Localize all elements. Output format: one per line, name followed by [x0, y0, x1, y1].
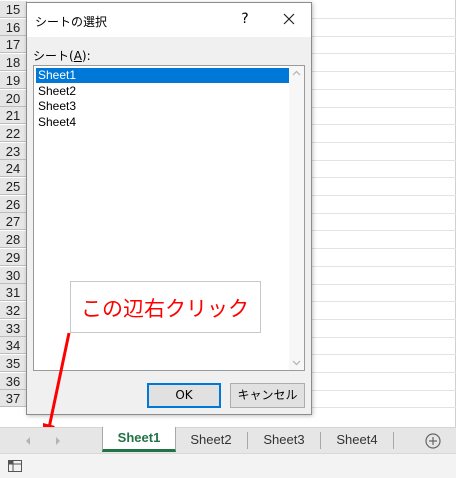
- annotation-callout: この辺右クリック: [70, 281, 261, 333]
- row-header[interactable]: 17: [0, 36, 27, 54]
- row-header[interactable]: 33: [0, 319, 27, 337]
- row-header[interactable]: 21: [0, 107, 27, 125]
- close-icon[interactable]: [277, 7, 301, 31]
- row-header[interactable]: 15: [0, 1, 27, 18]
- sheet-status-icon[interactable]: [8, 460, 22, 472]
- row-header[interactable]: 24: [0, 160, 27, 178]
- row-header[interactable]: 22: [0, 124, 27, 142]
- plus-circle-icon[interactable]: [424, 432, 442, 450]
- dialog-title: シートの選択: [35, 15, 108, 29]
- help-button[interactable]: ?: [233, 7, 257, 31]
- row-header[interactable]: 18: [0, 54, 27, 72]
- chevron-left-icon[interactable]: [22, 434, 34, 448]
- accelerator-key: A: [73, 49, 82, 63]
- row-header[interactable]: 20: [0, 89, 27, 107]
- sheet-list-label: シート(A):: [33, 49, 91, 63]
- row-header[interactable]: 36: [0, 372, 27, 390]
- row-header[interactable]: 30: [0, 266, 27, 284]
- sheet-tab-sheet1[interactable]: Sheet1: [102, 427, 176, 452]
- row-header[interactable]: 27: [0, 213, 27, 231]
- sheet-list-item[interactable]: Sheet3: [36, 99, 290, 114]
- sheet-tab-bar: Sheet1 Sheet2 Sheet3 Sheet4: [0, 427, 456, 454]
- row-header[interactable]: 31: [0, 284, 27, 302]
- callout-text: この辺右クリック: [81, 297, 249, 321]
- sheet-tab-sheet4[interactable]: Sheet4: [321, 428, 393, 453]
- row-header[interactable]: 19: [0, 71, 27, 89]
- sheet-tab-sheet3[interactable]: Sheet3: [248, 428, 320, 453]
- row-header[interactable]: 23: [0, 142, 27, 160]
- row-header[interactable]: 16: [0, 18, 27, 36]
- row-header[interactable]: 34: [0, 337, 27, 355]
- select-sheet-dialog: シートの選択 ? シート(A): Sheet1 Sheet2 Sheet3 Sheet…: [26, 2, 312, 415]
- dialog-titlebar: シートの選択 ?: [27, 3, 311, 37]
- cancel-button[interactable]: キャンセル: [230, 383, 305, 408]
- ok-button[interactable]: OK: [147, 383, 221, 408]
- row-header[interactable]: 37: [0, 390, 27, 408]
- sheet-list-item[interactable]: Sheet1: [36, 68, 290, 83]
- row-header[interactable]: 35: [0, 355, 27, 372]
- chevron-right-icon[interactable]: [52, 434, 64, 448]
- sheet-list-item[interactable]: Sheet4: [36, 115, 290, 130]
- list-scrollbar[interactable]: [289, 66, 304, 370]
- status-bar: [0, 453, 456, 478]
- scroll-up-icon[interactable]: [292, 69, 301, 78]
- scroll-down-icon[interactable]: [292, 358, 301, 367]
- sheet-list-item[interactable]: Sheet2: [36, 84, 290, 99]
- row-header[interactable]: 26: [0, 195, 27, 213]
- row-header[interactable]: 29: [0, 248, 27, 266]
- row-header[interactable]: 32: [0, 301, 27, 319]
- sheet-tab-sheet2[interactable]: Sheet2: [175, 428, 247, 453]
- row-header[interactable]: 28: [0, 231, 27, 249]
- row-header[interactable]: 25: [0, 178, 27, 195]
- tab-separator: [393, 432, 394, 449]
